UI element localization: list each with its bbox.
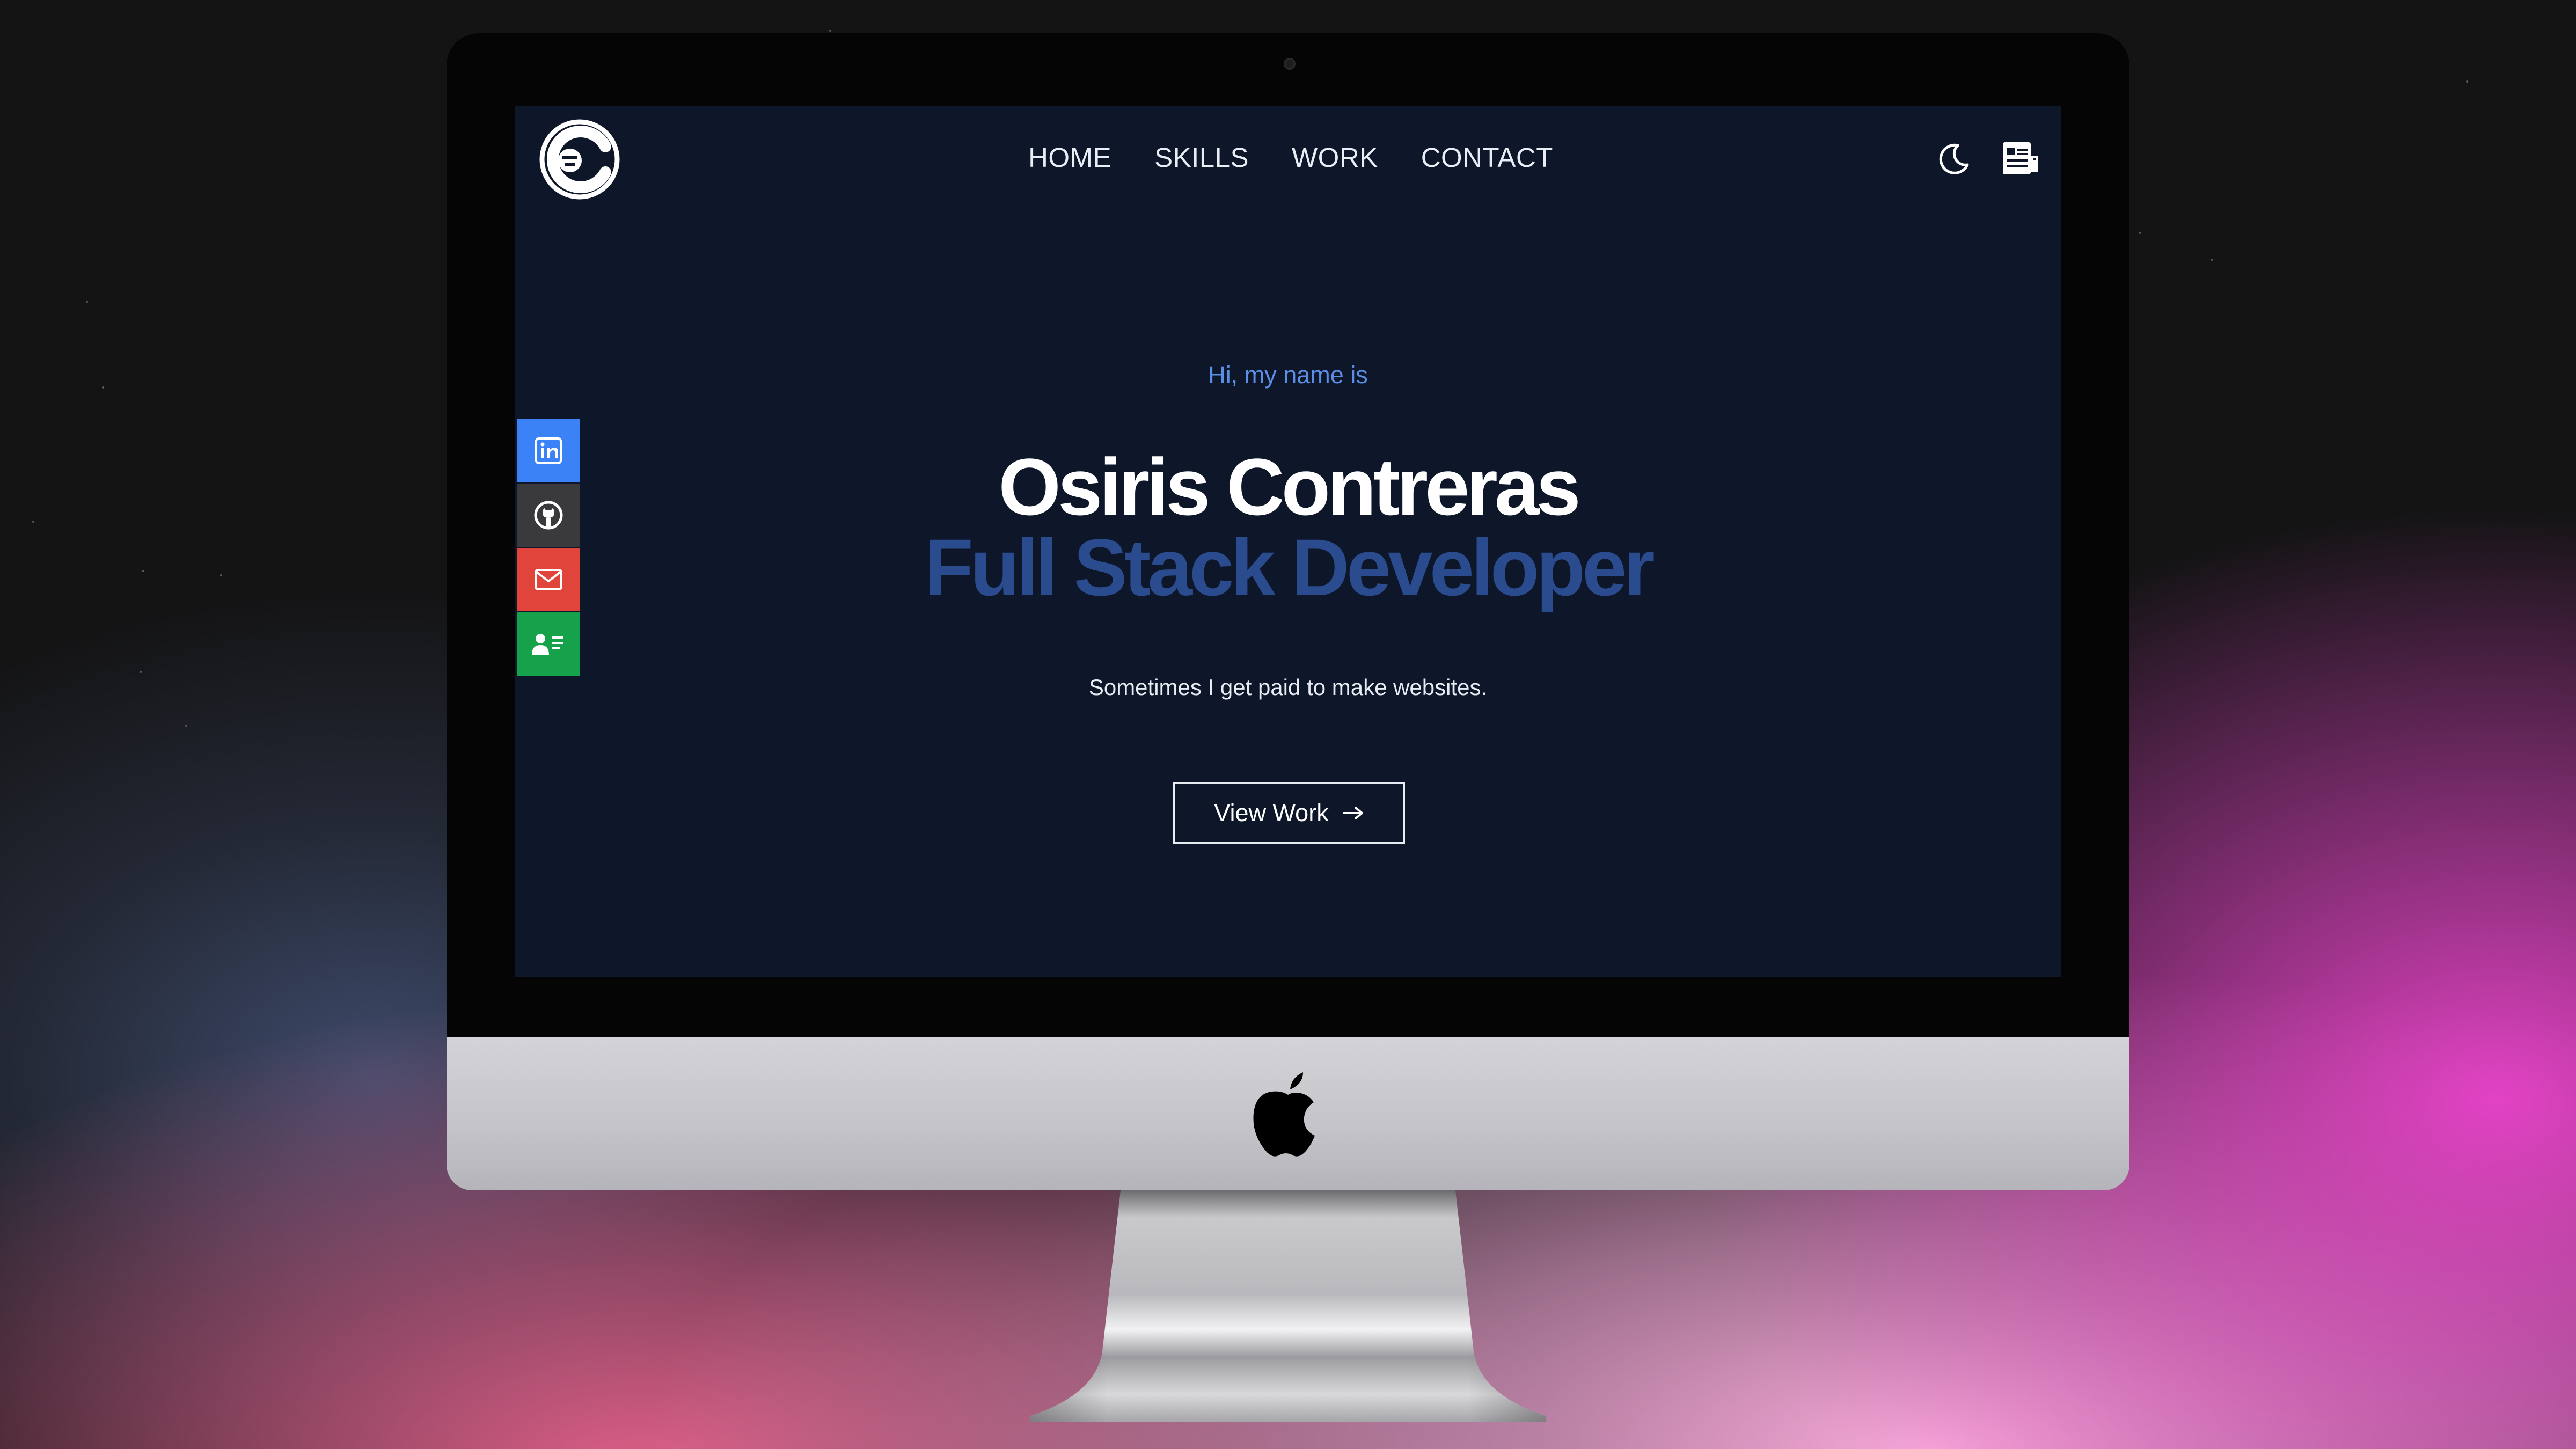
monitor-stand <box>1030 1190 1546 1422</box>
resume-document-icon[interactable] <box>2000 139 2040 178</box>
nav-home[interactable]: HOME <box>1028 139 1111 177</box>
nav-skills[interactable]: SKILLS <box>1154 139 1249 177</box>
nav-contact[interactable]: CONTACT <box>1421 139 1553 177</box>
hero-tagline: Sometimes I get paid to make websites. <box>1088 675 1488 700</box>
arrow-right-icon <box>1342 807 1363 819</box>
moon-icon[interactable] <box>1936 141 1972 177</box>
contact-card-icon <box>532 634 563 655</box>
view-work-button[interactable]: View Work <box>1173 782 1405 844</box>
contact-button[interactable] <box>517 612 580 676</box>
view-work-label: View Work <box>1214 799 1329 826</box>
website-screen: HOME SKILLS WORK CONTACT Hi, my name is … <box>515 106 2061 977</box>
hero-role: Full Stack Developer <box>924 522 1655 612</box>
main-nav: HOME SKILLS WORK CONTACT <box>515 139 2061 177</box>
camera-icon <box>1284 58 1296 70</box>
nav-work[interactable]: WORK <box>1292 139 1378 177</box>
monitor-chin <box>447 1037 2129 1190</box>
hero-greeting: Hi, my name is <box>1208 361 1368 389</box>
apple-logo-icon <box>1253 1072 1315 1157</box>
hero-name: Osiris Contreras <box>998 442 1580 532</box>
